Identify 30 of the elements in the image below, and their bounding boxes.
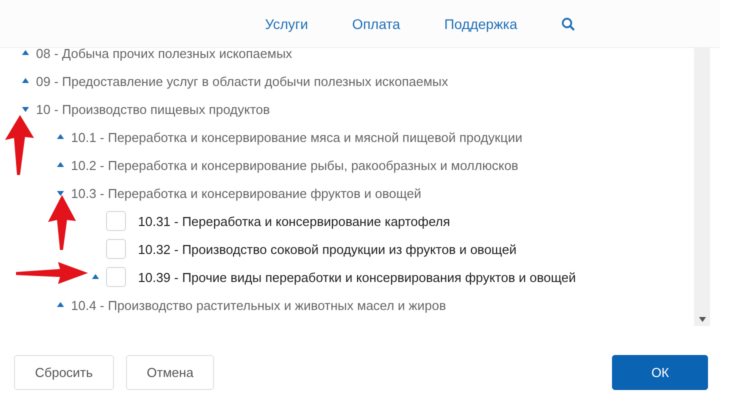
expand-toggle-icon[interactable] [90,272,100,282]
tree-item-label[interactable]: 10.39 - Прочие виды переработки и консервирования фруктов и овощей [138,270,576,284]
tree-item-label[interactable]: 10.31 - Переработка и консервирование картофеля [138,214,450,228]
checkbox[interactable] [106,239,126,259]
expand-toggle-icon[interactable] [55,188,65,198]
checkbox[interactable] [106,211,126,231]
tree-item-label[interactable]: 10 - Производство пищевых продуктов [36,102,270,116]
expand-toggle-icon[interactable] [55,160,65,170]
expand-toggle-icon[interactable] [55,300,65,310]
tree-item-label[interactable]: 09 - Предоставление услуг в области добычи полезных ископаемых [36,74,448,88]
tree-item-label[interactable]: 08 - Добыча прочих полезных ископаемых [36,48,292,60]
expand-toggle-icon[interactable] [20,76,30,86]
tree-item-label[interactable]: 10.4 - Производство растительных и животных масел и жиров [71,298,446,312]
tree-item-label[interactable]: 10.1 - Переработка и консервирование мяса и мясной пищевой продукции [71,130,522,144]
nav-link[interactable]: Оплата [352,16,400,32]
nav-link[interactable]: Поддержка [444,16,518,32]
expand-toggle-icon[interactable] [55,132,65,142]
tree-item-label[interactable]: 10.3 - Переработка и консервирование фруктов и овощей [71,186,422,200]
tree-item-label[interactable]: 10.2 - Переработка и консервирование рыбы, ракообразных и моллюсков [71,158,518,172]
annotation-arrow [5,115,34,175]
dialog-button[interactable]: Сбросить [14,354,114,390]
checkbox[interactable] [106,267,126,287]
annotation-arrow [16,262,88,284]
search-icon[interactable] [561,16,576,30]
scrollbar[interactable] [694,48,710,326]
scroll-down-icon[interactable] [698,317,706,322]
nav-link[interactable]: Услуги [265,16,308,32]
dialog-button[interactable]: Отмена [126,354,214,390]
dialog-button[interactable]: ОК [612,354,708,390]
tree-item-label[interactable]: 10.32 - Производство соковой продукции из фруктов и овощей [138,242,516,256]
